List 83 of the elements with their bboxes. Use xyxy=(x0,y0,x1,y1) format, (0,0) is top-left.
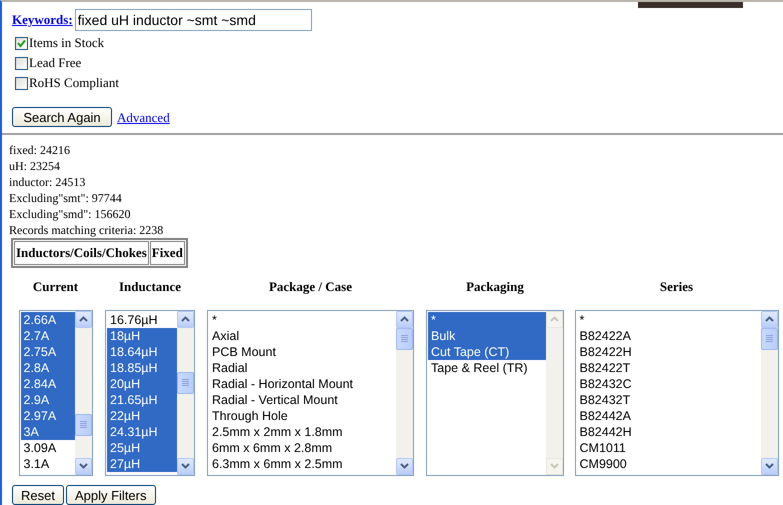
result-count-text: Records matching criteria: 2238 xyxy=(9,222,164,238)
advanced-link[interactable]: Advanced xyxy=(117,108,170,127)
list-option[interactable]: B82422T xyxy=(576,360,760,376)
list-option[interactable]: B82422H xyxy=(576,344,760,360)
result-count-text: fixed: 24216 xyxy=(9,142,71,158)
list-option[interactable]: * xyxy=(576,312,760,328)
list-option[interactable]: Radial - Vertical Mount xyxy=(209,392,396,408)
column-heading: Inductance xyxy=(118,278,182,296)
scrollbar[interactable] xyxy=(74,310,92,474)
list-option[interactable]: 2.8A xyxy=(20,360,74,376)
column-heading: Series xyxy=(660,278,694,296)
result-count-text: Excluding"smd": 156620 xyxy=(9,206,132,222)
list-option[interactable]: 3.1A xyxy=(20,456,74,472)
checkbox-label: RoHS Compliant xyxy=(29,74,119,92)
list-option[interactable]: B82442A xyxy=(576,408,760,424)
list-option[interactable]: 25µH xyxy=(107,440,177,456)
checkbox[interactable] xyxy=(15,76,28,90)
category-cell[interactable]: Inductors/Coils/Chokes xyxy=(14,241,149,264)
list-option[interactable]: 2.9A xyxy=(20,392,74,408)
filter-listbox[interactable]: 2.66A 2.7A 2.75A 2.8A 2.84A 2.9A 2.97A 3A 3.09A 3.1A xyxy=(18,310,92,476)
result-count-text: Excluding"smt": 97744 xyxy=(9,190,123,206)
list-option[interactable]: 3A xyxy=(20,424,74,440)
keywords-link[interactable]: Keywords: xyxy=(12,10,73,30)
list-option[interactable]: 22µH xyxy=(107,408,177,424)
list-option[interactable]: 6mm x 6mm x 2.8mm xyxy=(209,440,396,456)
list-option[interactable]: 2.75A xyxy=(20,344,74,360)
list-option[interactable]: * xyxy=(428,312,546,328)
list-option[interactable]: 27µH xyxy=(107,456,177,472)
list-option[interactable]: 24.31µH xyxy=(107,424,177,440)
list-option[interactable]: 2.5mm x 2mm x 1.8mm xyxy=(209,424,396,440)
list-option[interactable]: 6.3mm x 6mm x 2.5mm xyxy=(209,456,396,472)
scrollbar[interactable] xyxy=(760,310,778,474)
list-option[interactable]: 20µH xyxy=(107,376,177,392)
list-option[interactable]: B82432T xyxy=(576,392,760,408)
list-option[interactable]: Radial xyxy=(209,360,396,376)
list-option[interactable]: 18µH xyxy=(107,328,177,344)
list-option[interactable]: 2.66A xyxy=(20,312,74,328)
list-option[interactable]: 21.65µH xyxy=(107,392,177,408)
filter-listbox[interactable]: * B82422A B82422H B82422T B82432C B82432T B82442A B82442H CM1011 CM9900 xyxy=(574,310,778,476)
scrollbar[interactable] xyxy=(396,310,413,474)
filter-listbox[interactable]: * Axial PCB Mount Radial Radial - Horizontal Mount Radial - Vertical Mount Through Hole 2.5mm x 2mm x 1.8mm 6mm x 6mm x 2.8mm 6.3mm x 6mm x 2.5mm xyxy=(207,310,414,476)
list-option[interactable]: CM1011 xyxy=(576,440,760,456)
filter-listbox[interactable]: 16.76µH 18µH 18.64µH 18.85µH 20µH 21.65µH 22µH 24.31µH 25µH 27µH xyxy=(105,310,195,476)
list-option[interactable]: 18.85µH xyxy=(107,360,177,376)
checkbox[interactable] xyxy=(15,36,28,50)
list-option[interactable]: Axial xyxy=(209,328,396,344)
filter-button[interactable]: Apply Filters xyxy=(66,484,156,504)
scrollbar[interactable] xyxy=(177,310,194,474)
column-heading: Packaging xyxy=(466,278,524,296)
scroll-thumb[interactable] xyxy=(396,328,413,350)
filter-button[interactable]: Reset xyxy=(12,484,64,504)
list-option[interactable]: 2.7A xyxy=(20,328,74,344)
list-option[interactable]: Cut Tape (CT) xyxy=(428,344,546,360)
list-option[interactable]: 18.64µH xyxy=(107,344,177,360)
list-option[interactable]: Tape & Reel (TR) xyxy=(428,360,546,376)
list-option[interactable]: B82432C xyxy=(576,376,760,392)
filter-listbox[interactable]: * Bulk Cut Tape (CT) Tape & Reel (TR) xyxy=(426,310,564,476)
list-option[interactable]: 2.84A xyxy=(20,376,74,392)
list-option[interactable]: 2.97A xyxy=(20,408,74,424)
scroll-thumb[interactable] xyxy=(74,414,92,436)
list-option[interactable]: Through Hole xyxy=(209,408,396,424)
list-option[interactable]: 16.76µH xyxy=(107,312,177,328)
search-again-button[interactable]: Search Again xyxy=(12,107,112,127)
list-option[interactable]: * xyxy=(209,312,396,328)
scroll-thumb[interactable] xyxy=(760,328,778,350)
list-option[interactable]: 3.09A xyxy=(20,440,74,456)
list-option[interactable]: Radial - Horizontal Mount xyxy=(209,376,396,392)
scroll-thumb[interactable] xyxy=(177,372,194,394)
result-count-text: uH: 23254 xyxy=(9,158,61,174)
list-option[interactable]: PCB Mount xyxy=(209,344,396,360)
checkbox[interactable] xyxy=(15,56,28,70)
column-heading: Package / Case xyxy=(268,278,352,296)
scrollbar[interactable] xyxy=(546,310,563,474)
list-option[interactable]: B82442H xyxy=(576,424,760,440)
list-option[interactable]: CM9900 xyxy=(576,456,760,472)
result-count-text: inductor: 24513 xyxy=(9,174,86,190)
checkbox-label: Items in Stock xyxy=(29,34,104,52)
list-option[interactable]: Bulk xyxy=(428,328,546,344)
checkbox-label: Lead Free xyxy=(29,54,82,72)
column-heading: Current xyxy=(32,278,78,296)
category-cell[interactable]: Fixed xyxy=(150,241,185,264)
list-option[interactable]: B82422A xyxy=(576,328,760,344)
keywords-field[interactable]: fixed uH inductor ~smt ~smd xyxy=(74,9,312,31)
